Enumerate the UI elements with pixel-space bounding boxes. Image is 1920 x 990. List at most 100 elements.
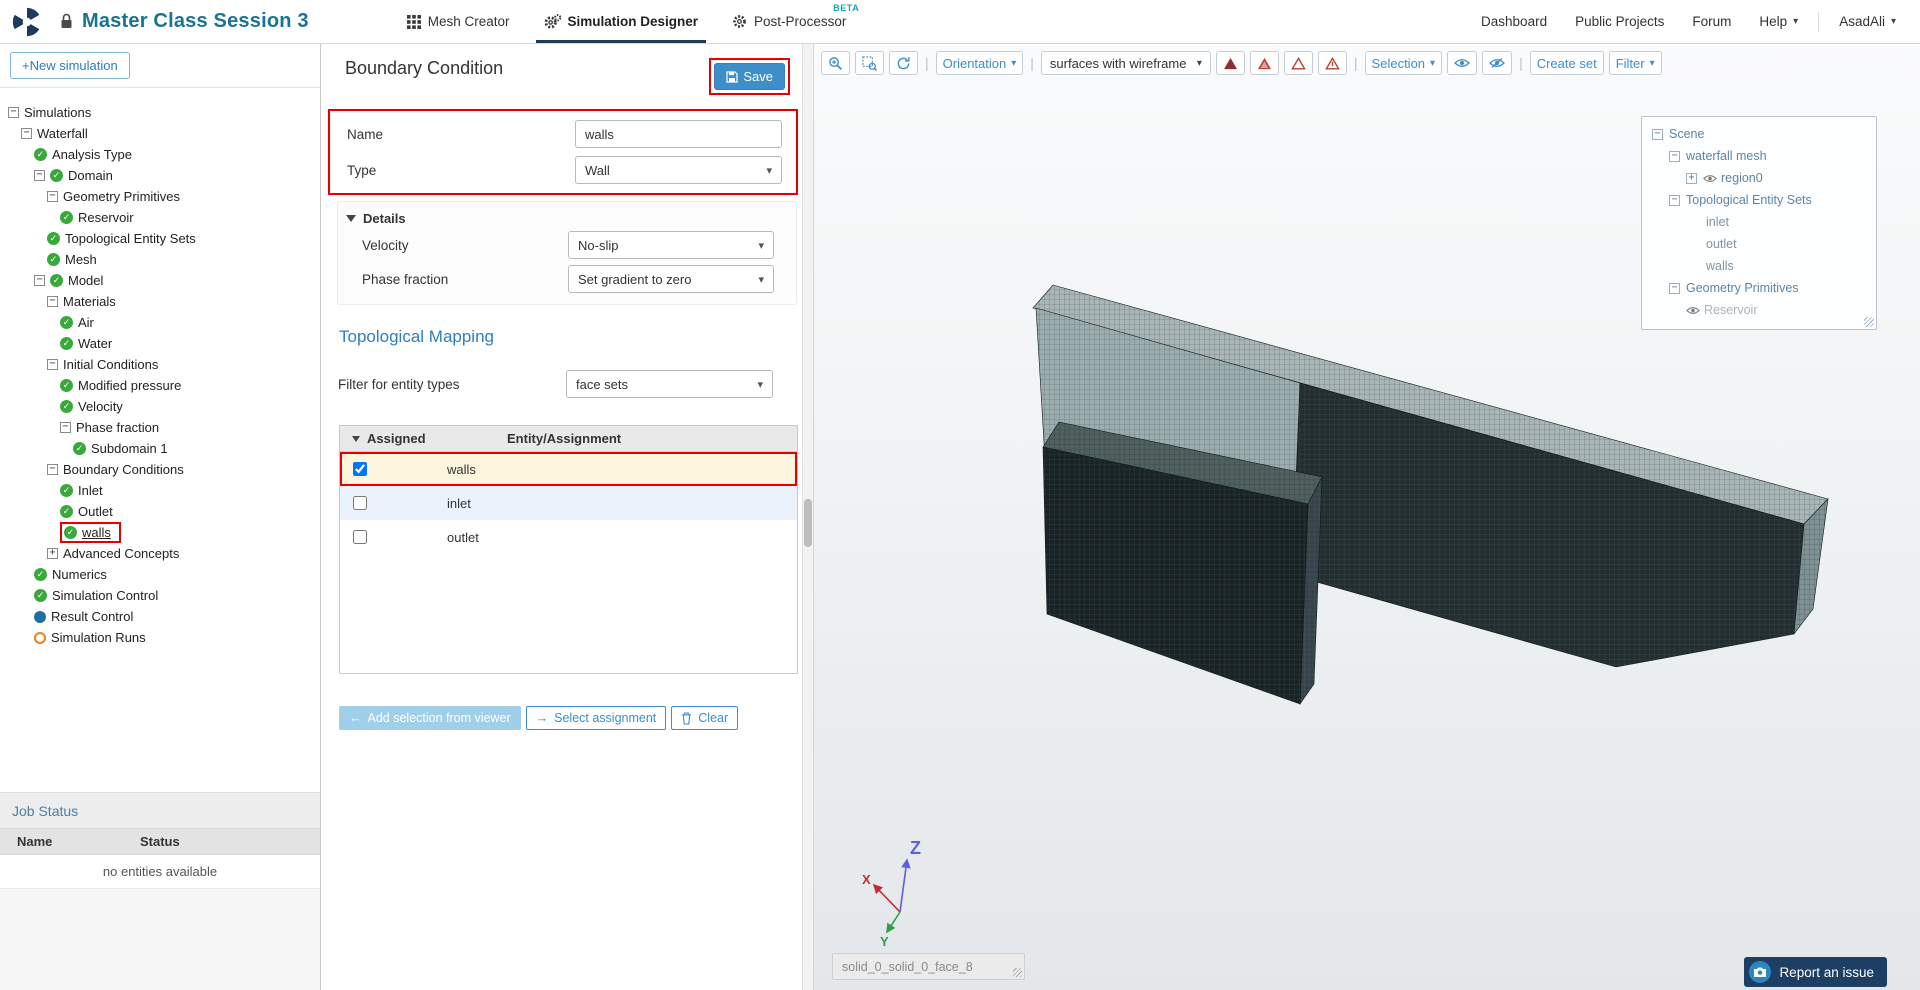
velocity-select[interactable]: No-slip ▾ (568, 231, 774, 259)
tree-item-simulation-runs[interactable]: Simulation Runs (0, 627, 320, 648)
phase-fraction-select[interactable]: Set gradient to zero ▾ (568, 265, 774, 293)
assignment-label: walls (447, 461, 476, 477)
tree-item-inlet[interactable]: ✓ Inlet (0, 480, 320, 501)
filter-dropdown[interactable]: Filter ▾ (1608, 51, 1662, 75)
tree-item-velocity[interactable]: ✓ Velocity (0, 396, 320, 417)
zoom-in-button[interactable] (821, 51, 850, 75)
select-assignment-button[interactable]: → Select assignment (525, 706, 667, 730)
tree-item-air[interactable]: ✓ Air (0, 312, 320, 333)
tree-item-topological-entity-sets[interactable]: ✓ Topological Entity Sets (0, 228, 320, 249)
help-menu[interactable]: Help ▾ (1759, 14, 1798, 29)
tree-item-simulation-control[interactable]: ✓ Simulation Control (0, 585, 320, 606)
collapse-icon[interactable]: − (47, 359, 58, 370)
tree-item-advanced-concepts[interactable]: + Advanced Concepts (0, 543, 320, 564)
tree-item-analysis-type[interactable]: ✓ Analysis Type (0, 144, 320, 165)
tree-item-boundary-conditions[interactable]: − Boundary Conditions (0, 459, 320, 480)
scene-tree-item-geometry-primitives[interactable]: − Geometry Primitives (1642, 277, 1876, 299)
tree-item-phase-fraction[interactable]: − Phase fraction (0, 417, 320, 438)
visibility-toggle[interactable] (1686, 306, 1700, 315)
tab-post-processor[interactable]: Post-Processor BETA (729, 0, 859, 43)
reset-view-button[interactable] (889, 51, 918, 75)
scene-tree-item-region0[interactable]: + region0 (1642, 167, 1876, 189)
arrow-right-icon: → (535, 711, 549, 725)
zoom-window-button[interactable] (855, 51, 884, 75)
tree-item-materials[interactable]: − Materials (0, 291, 320, 312)
scene-tree-item-inlet[interactable]: inlet (1642, 211, 1876, 233)
assignment-row-inlet[interactable]: inlet (340, 486, 797, 520)
hide-selection-button[interactable] (1482, 51, 1513, 75)
collapse-icon[interactable]: − (34, 275, 45, 286)
collapse-icon[interactable]: − (47, 464, 58, 475)
orientation-dropdown[interactable]: Orientation ▾ (935, 51, 1024, 75)
mesh-quality-shaded-button[interactable] (1249, 51, 1279, 75)
scene-tree-item-topological-entity-sets[interactable]: − Topological Entity Sets (1642, 189, 1876, 211)
scene-tree-item-waterfall-mesh[interactable]: − waterfall mesh (1642, 145, 1876, 167)
scrollbar-thumb[interactable] (804, 499, 812, 547)
tree-item-domain[interactable]: − ✓ Domain (0, 165, 320, 186)
viewport-3d[interactable]: | Orientation ▾ | surfaces with wirefram… (814, 44, 1920, 990)
tree-item-outlet[interactable]: ✓ Outlet (0, 501, 320, 522)
assignment-row-walls[interactable]: walls (340, 452, 797, 486)
nav-link-forum[interactable]: Forum (1692, 14, 1731, 29)
tree-item-walls[interactable]: ✓ walls (0, 522, 320, 543)
nav-link-public-projects[interactable]: Public Projects (1575, 14, 1664, 29)
collapse-icon[interactable]: − (60, 422, 71, 433)
tree-item-simulations[interactable]: − Simulations (0, 102, 320, 123)
collapse-icon[interactable]: − (8, 107, 19, 118)
tree-item-waterfall[interactable]: − Waterfall (0, 123, 320, 144)
tree-item-result-control[interactable]: Result Control (0, 606, 320, 627)
collapse-icon[interactable]: − (21, 128, 32, 139)
collapse-icon[interactable]: − (47, 296, 58, 307)
render-mode-select[interactable]: surfaces with wireframe ▾ (1040, 51, 1211, 75)
tree-item-reservoir[interactable]: ✓ Reservoir (0, 207, 320, 228)
tree-item-geometry-primitives[interactable]: − Geometry Primitives (0, 186, 320, 207)
tree-item-numerics[interactable]: ✓ Numerics (0, 564, 320, 585)
tab-simulation-designer[interactable]: Simulation Designer (535, 0, 706, 43)
assignment-checkbox[interactable] (353, 496, 367, 510)
assignment-checkbox[interactable] (353, 462, 367, 476)
collapse-icon[interactable]: − (34, 170, 45, 181)
mesh-quality-solid-button[interactable] (1215, 51, 1245, 75)
mesh-quality-warning-button[interactable] (1317, 51, 1347, 75)
selection-dropdown[interactable]: Selection ▾ (1364, 51, 1443, 75)
collapse-icon[interactable]: − (47, 191, 58, 202)
expand-icon[interactable]: + (47, 548, 58, 559)
report-issue-button[interactable]: Report an issue (1744, 957, 1887, 987)
create-set-button[interactable]: Create set (1529, 51, 1604, 75)
scene-tree-item-walls[interactable]: walls (1642, 255, 1876, 277)
mesh-quality-outline-button[interactable] (1283, 51, 1313, 75)
visibility-toggle[interactable] (1703, 174, 1717, 183)
clear-button[interactable]: Clear (671, 706, 739, 730)
tree-item-model[interactable]: − ✓ Model (0, 270, 320, 291)
type-select[interactable]: Wall ▾ (575, 156, 782, 184)
collapse-icon[interactable]: − (1669, 150, 1680, 162)
add-selection-button[interactable]: ← Add selection from viewer (339, 706, 521, 730)
scene-tree-item-outlet[interactable]: outlet (1642, 233, 1876, 255)
tree-item-subdomain-1[interactable]: ✓ Subdomain 1 (0, 438, 320, 459)
new-simulation-button[interactable]: +New simulation (10, 52, 130, 79)
tree-item-modified-pressure[interactable]: ✓ Modified pressure (0, 375, 320, 396)
expand-icon[interactable]: + (1686, 172, 1697, 184)
user-menu[interactable]: AsadAli ▾ (1839, 14, 1896, 29)
nav-link-dashboard[interactable]: Dashboard (1481, 14, 1547, 29)
triangle-shaded-icon (1257, 57, 1271, 69)
tree-item-water[interactable]: ✓ Water (0, 333, 320, 354)
show-selection-button[interactable] (1447, 51, 1478, 75)
entity-filter-select[interactable]: face sets ▾ (566, 370, 773, 398)
name-input[interactable] (575, 120, 782, 148)
tree-item-initial-conditions[interactable]: − Initial Conditions (0, 354, 320, 375)
tree-item-mesh[interactable]: ✓ Mesh (0, 249, 320, 270)
details-header[interactable]: Details (338, 208, 796, 228)
resize-handle[interactable] (1864, 317, 1874, 327)
scene-tree-item-scene[interactable]: − Scene (1642, 123, 1876, 145)
assignment-checkbox[interactable] (353, 530, 367, 544)
scene-tree-item-reservoir[interactable]: Reservoir (1642, 299, 1876, 321)
tab-mesh-creator[interactable]: Mesh Creator (404, 0, 513, 43)
collapse-icon[interactable]: − (1669, 282, 1680, 294)
collapse-icon[interactable]: − (1669, 194, 1680, 206)
collapse-icon[interactable]: − (1652, 128, 1663, 140)
assignment-table-header: Assigned Entity/Assignment (340, 426, 797, 452)
panel-scrollbar[interactable] (802, 44, 814, 990)
save-button[interactable]: Save (714, 63, 785, 90)
assignment-row-outlet[interactable]: outlet (340, 520, 797, 554)
